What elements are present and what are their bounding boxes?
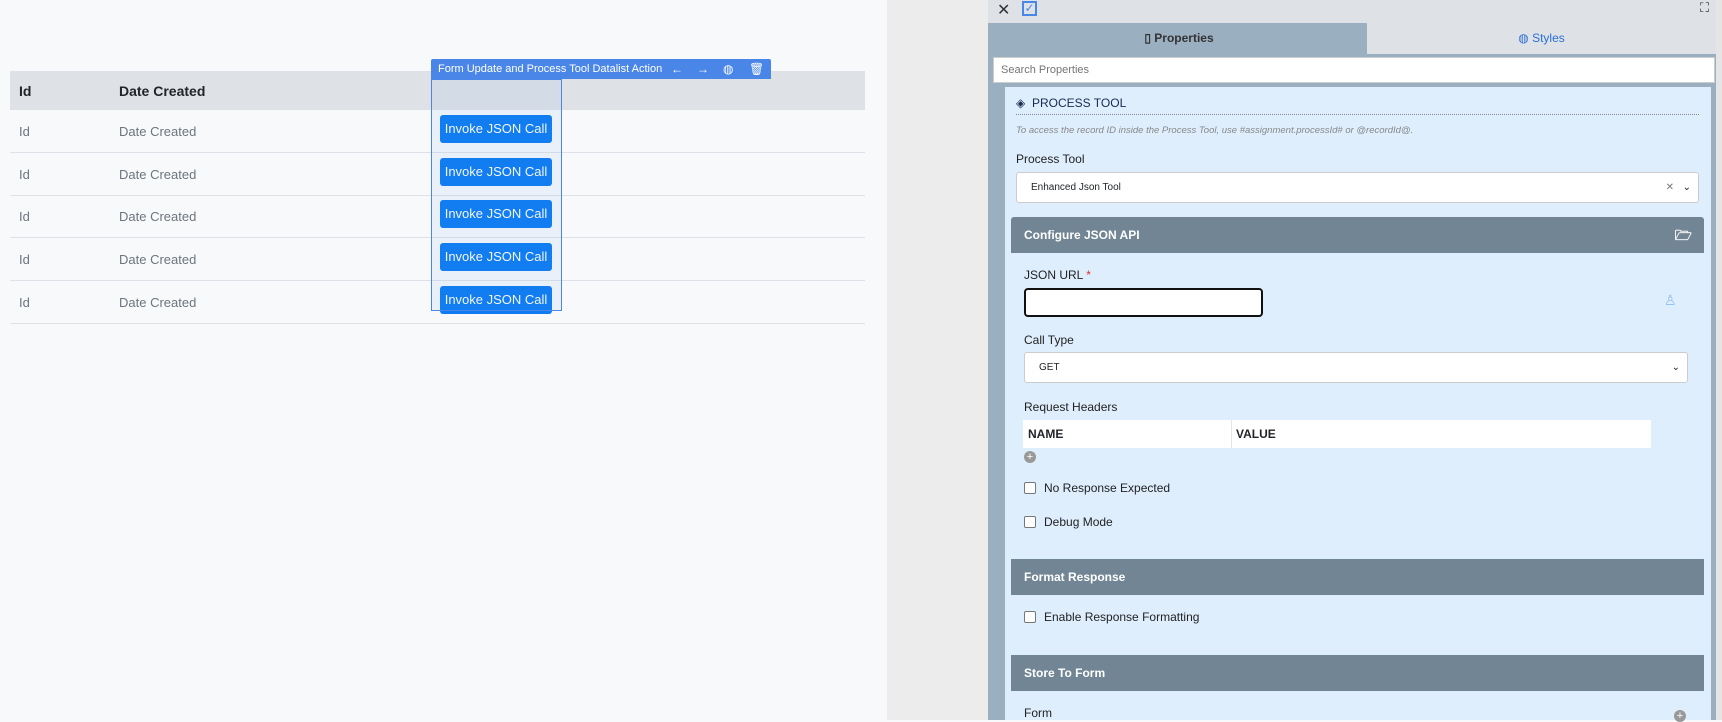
no-response-checkbox[interactable]	[1024, 482, 1036, 494]
divider	[1016, 114, 1699, 115]
configure-json-header[interactable]: Configure JSON API 🗁	[1011, 217, 1704, 253]
column-header-id[interactable]: Id	[19, 83, 31, 99]
call-type-select[interactable]: GET ⌄	[1024, 352, 1688, 383]
section-title: Configure JSON API	[1024, 228, 1140, 242]
required-marker: *	[1086, 268, 1091, 282]
close-icon[interactable]: ✕	[997, 0, 1010, 20]
arrow-left-icon[interactable]: ←	[671, 59, 683, 79]
select-value: Enhanced Json Tool	[1031, 182, 1121, 193]
enable-formatting-label: Enable Response Formatting	[1044, 610, 1200, 624]
cell-date-created: Date Created	[119, 124, 197, 139]
cell-id: Id	[19, 294, 30, 310]
store-to-form-header[interactable]: Store To Form	[1011, 655, 1704, 691]
column-header-date-created[interactable]: Date Created	[119, 83, 205, 99]
cell-id: Id	[19, 252, 30, 268]
column-header-value: VALUE	[1231, 420, 1276, 448]
trash-icon[interactable]: 🗑	[749, 59, 764, 79]
gutter	[887, 0, 988, 720]
cell-id: Id	[19, 124, 30, 139]
no-response-label: No Response Expected	[1044, 481, 1171, 495]
hash-variable-icon[interactable]: ♙	[1664, 292, 1677, 309]
section-title: PROCESS TOOL	[1032, 96, 1127, 110]
clear-icon[interactable]: ✕	[1666, 173, 1674, 202]
column-header-name: NAME	[1028, 427, 1064, 441]
label-text: JSON URL	[1024, 268, 1083, 282]
section-title: Store To Form	[1024, 666, 1106, 680]
select-value: GET	[1039, 362, 1060, 373]
cell-date-created: Date Created	[119, 209, 197, 225]
fullscreen-icon[interactable]: ⛶	[1700, 0, 1709, 16]
selected-action-column[interactable]	[431, 79, 562, 311]
apply-check-icon[interactable]: ✓	[1022, 1, 1037, 16]
scrollbar[interactable]	[1716, 0, 1722, 720]
palette-icon[interactable]: ◍	[723, 59, 733, 79]
chevron-down-icon: ⌄	[1682, 182, 1691, 193]
tab-styles[interactable]: ◍ Styles	[1367, 23, 1716, 54]
tab-label: Properties	[1154, 31, 1214, 45]
process-tool-label: Process Tool	[1016, 152, 1085, 166]
request-headers-label: Request Headers	[1024, 400, 1118, 414]
add-form-icon[interactable]: +	[1674, 710, 1686, 722]
layers-icon: ◈	[1016, 96, 1026, 110]
folder-open-icon[interactable]: 🗁	[1675, 217, 1692, 253]
enable-formatting-checkbox[interactable]	[1024, 611, 1036, 623]
process-tool-select[interactable]: Enhanced Json Tool ✕ ⌄	[1016, 172, 1699, 203]
section-title: Format Response	[1024, 570, 1126, 584]
chevron-down-icon: ⌄	[1671, 362, 1680, 373]
element-toolbar: Form Update and Process Tool Datalist Ac…	[431, 59, 771, 79]
cell-id: Id	[19, 209, 30, 225]
tab-properties[interactable]: ▯ Properties	[991, 23, 1367, 54]
add-header-icon[interactable]: +	[1024, 451, 1036, 463]
call-type-label: Call Type	[1024, 333, 1074, 347]
search-properties-input[interactable]	[993, 57, 1715, 83]
hint-text: To access the record ID inside the Proce…	[1016, 125, 1414, 136]
arrow-right-icon[interactable]: →	[697, 59, 709, 79]
form-label: Form	[1024, 706, 1052, 720]
cell-date-created: Date Created	[119, 252, 197, 268]
element-title: Form Update and Process Tool Datalist Ac…	[438, 63, 663, 75]
panel-top-bar: ✕ ✓ ⛶	[988, 0, 1722, 23]
tab-label: Styles	[1532, 31, 1565, 45]
format-response-header[interactable]: Format Response	[1011, 559, 1704, 595]
json-url-label: JSON URL *	[1024, 268, 1091, 282]
cell-date-created: Date Created	[119, 294, 197, 310]
cell-id: Id	[19, 166, 30, 182]
debug-mode-checkbox[interactable]	[1024, 516, 1036, 528]
json-url-input[interactable]	[1024, 288, 1263, 317]
cell-date-created: Date Created	[119, 166, 197, 182]
debug-mode-label: Debug Mode	[1044, 515, 1113, 529]
request-headers-table: NAME VALUE	[1023, 420, 1651, 448]
